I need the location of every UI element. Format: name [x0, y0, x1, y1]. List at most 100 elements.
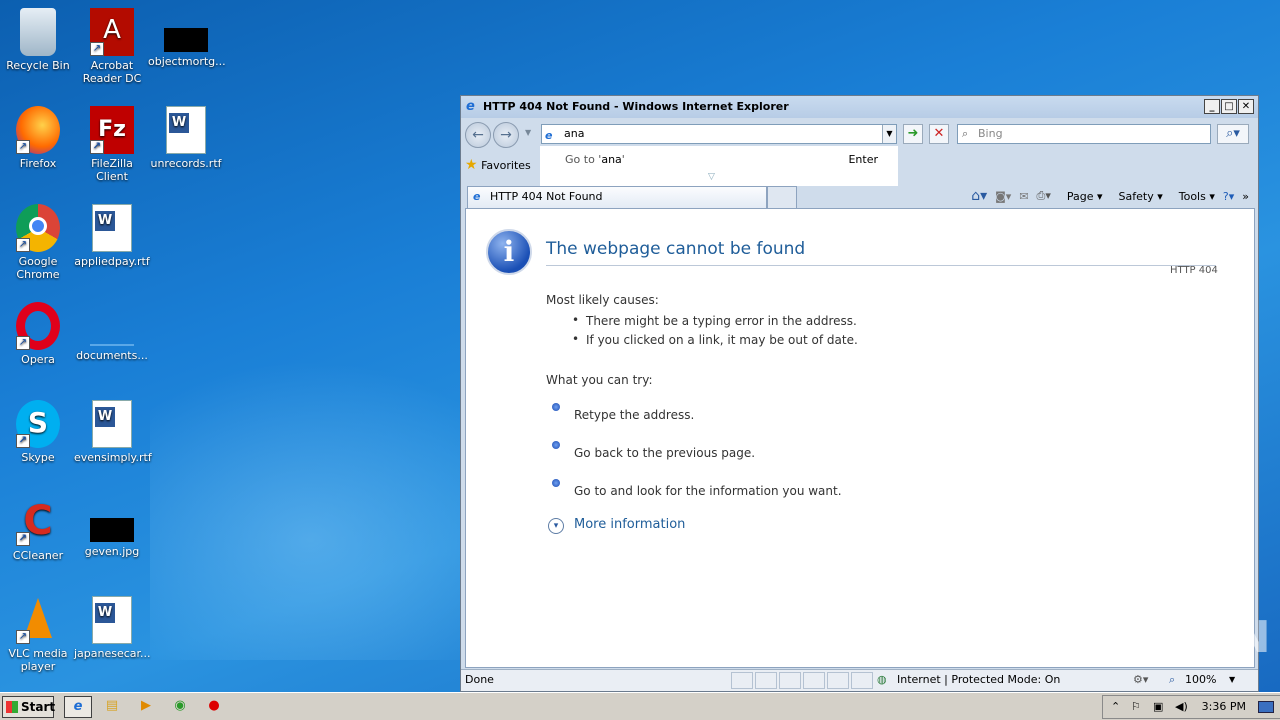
start-button[interactable]: Start [2, 696, 55, 718]
maximize-button[interactable]: □ [1221, 99, 1237, 114]
desktop-icon-label: Firefox [19, 157, 57, 170]
ie-logo-icon: e [466, 99, 475, 114]
desktop-icon-label: Recycle Bin [6, 59, 70, 72]
more-information-label: More information [574, 517, 686, 532]
stop-button[interactable]: ✕ [929, 124, 949, 144]
desktop-icon-vlc[interactable]: ↗ VLC media player [0, 596, 76, 673]
home-icon[interactable]: ⌂▾ [971, 188, 987, 204]
feeds-icon[interactable]: ◙▾ [995, 190, 1011, 203]
taskbar: Start e ▤ ▶ ◉ ● ⌃ ⚐ ▣ ◀) 3:36 PM [0, 692, 1280, 720]
taskbar-ie-icon[interactable]: e [64, 696, 92, 718]
zoom-level[interactable]: 100% [1185, 670, 1216, 690]
vlc-icon: ↗ [16, 596, 60, 644]
taskbar-explorer-icon[interactable]: ▤ [98, 696, 126, 718]
word-document-icon [92, 400, 132, 448]
help-icon[interactable]: ?▾ [1223, 190, 1234, 203]
word-document-icon [166, 106, 206, 154]
navigation-bar: ← → ▼ e ana ▼ ➜ ✕ ⌕ Bing ⌕▾ [465, 122, 1255, 148]
show-hidden-icons-icon[interactable]: ⌃ [1111, 696, 1120, 718]
word-document-icon [92, 596, 132, 644]
zoom-dropdown-icon[interactable]: ▼ [1229, 670, 1235, 690]
desktop-icon-chrome[interactable]: ↗ Google Chrome [0, 204, 76, 281]
taskbar-chrome-icon[interactable]: ◉ [166, 696, 194, 718]
opera-icon: ↗ [16, 302, 60, 350]
page-menu[interactable]: Page ▾ [1059, 190, 1103, 203]
go-button[interactable]: ➜ [903, 124, 923, 144]
desktop-icon-skype[interactable]: S ↗ Skype [0, 400, 76, 464]
desktop-icon-geven[interactable]: geven.jpg [74, 498, 150, 558]
clock[interactable]: 3:36 PM [1202, 696, 1246, 718]
search-input[interactable]: ⌕ Bing [957, 124, 1211, 144]
page-content: i The webpage cannot be found HTTP 404 M… [465, 208, 1255, 668]
back-button[interactable]: ← [465, 122, 491, 148]
try-item: Go back to the previous page. [574, 446, 756, 460]
windows-logo-icon [6, 701, 18, 713]
taskbar-opera-icon[interactable]: ● [200, 696, 228, 718]
address-autocomplete[interactable]: Go to 'ana' Enter ▽ [540, 146, 898, 186]
word-document-icon [92, 204, 132, 252]
security-zone[interactable]: Internet | Protected Mode: On [897, 670, 1060, 690]
history-dropdown-icon[interactable]: ▼ [525, 128, 531, 137]
cause-item: If you clicked on a link, it may be out … [586, 333, 858, 347]
forward-button[interactable]: → [493, 122, 519, 148]
desktop-icon-unrecords[interactable]: unrecords.rtf [148, 106, 224, 170]
desktop-icon-evensimply[interactable]: evensimply.rtf [74, 400, 152, 464]
volume-icon[interactable]: ◀) [1175, 696, 1188, 718]
favorites-button[interactable]: Favorites [481, 159, 531, 172]
http-status-code: HTTP 404 [1170, 265, 1218, 276]
desktop-icon-label: Skype [21, 451, 55, 464]
globe-icon: ◍ [877, 673, 887, 686]
desktop-icon-recycle-bin[interactable]: Recycle Bin [0, 8, 76, 72]
desktop-icon-japanesecar[interactable]: japanesecar... [74, 596, 151, 660]
more-information-link[interactable]: ▾ More information [548, 517, 686, 534]
desktop-icon-acrobat[interactable]: A ↗ Acrobat Reader DC [74, 8, 150, 85]
taskbar-media-player-icon[interactable]: ▶ [132, 696, 160, 718]
desktop-icon-opera[interactable]: ↗ Opera [0, 302, 76, 366]
window-title: HTTP 404 Not Found - Windows Internet Ex… [483, 100, 789, 113]
action-center-flag-icon[interactable]: ⚐ [1131, 696, 1141, 718]
desktop-icon-label: geven.jpg [84, 545, 140, 558]
desktop-icon-label: unrecords.rtf [150, 157, 222, 170]
desktop-icon-filezilla[interactable]: Fz ↗ FileZilla Client [74, 106, 150, 183]
bullet-icon [552, 479, 560, 487]
list-bullet: • [572, 313, 580, 327]
desktop-icon-objectmortg[interactable]: objectmortg... [148, 8, 226, 68]
desktop-icon-ccleaner[interactable]: C ↗ CCleaner [0, 498, 76, 562]
close-button[interactable]: ✕ [1238, 99, 1254, 114]
desktop-icon-label: VLC media player [8, 647, 68, 673]
expand-arrow-icon[interactable]: ▽ [708, 172, 715, 182]
recycle-bin-icon [20, 8, 56, 56]
image-file-icon [90, 518, 134, 542]
minimize-button[interactable]: _ [1204, 99, 1220, 114]
safety-menu[interactable]: Safety ▾ [1111, 190, 1163, 203]
show-desktop-icon[interactable] [1258, 701, 1274, 713]
causes-heading: Most likely causes: [546, 293, 659, 307]
desktop-icon-documents[interactable]: documents... [74, 302, 150, 362]
address-dropdown-icon[interactable]: ▼ [882, 125, 896, 143]
error-heading: The webpage cannot be found [546, 239, 806, 259]
search-icon: ⌕ [962, 127, 969, 140]
autocomplete-go-to[interactable]: Go to 'ana' [565, 153, 625, 166]
tools-menu[interactable]: Tools ▾ [1171, 190, 1215, 203]
new-tab-button[interactable] [767, 186, 797, 208]
status-bar: Done ◍ Internet | Protected Mode: On ⚙▾ … [461, 669, 1258, 691]
window-titlebar[interactable]: e HTTP 404 Not Found - Windows Internet … [461, 96, 1258, 118]
tab-http-404[interactable]: e HTTP 404 Not Found [467, 186, 767, 208]
read-mail-icon[interactable]: ✉ [1019, 190, 1028, 203]
favorites-bar: ★ Favorites [465, 154, 531, 176]
desktop-icon-label: Opera [21, 353, 55, 366]
shortcut-arrow-icon: ↗ [16, 140, 30, 154]
desktop-icon-firefox[interactable]: ↗ Firefox [0, 106, 76, 170]
protected-mode-icon[interactable]: ⚙▾ [1133, 670, 1148, 690]
address-bar[interactable]: e ana ▼ [541, 124, 897, 144]
print-icon[interactable]: ⎙▾ [1037, 189, 1051, 203]
desktop-icon-appliedpay[interactable]: appliedpay.rtf [74, 204, 150, 268]
shortcut-arrow-icon: ↗ [90, 42, 104, 56]
chevron-right-icon[interactable]: » [1242, 190, 1249, 203]
folder-icon [90, 302, 134, 346]
ccleaner-icon: C ↗ [16, 498, 60, 546]
search-button[interactable]: ⌕▾ [1217, 124, 1249, 144]
network-icon[interactable]: ▣ [1153, 696, 1163, 718]
tab-bar: e HTTP 404 Not Found ⌂▾ ◙▾ ✉ ⎙▾ Page ▾ S… [465, 184, 1255, 208]
system-tray: ⌃ ⚐ ▣ ◀) 3:36 PM [1102, 695, 1280, 719]
